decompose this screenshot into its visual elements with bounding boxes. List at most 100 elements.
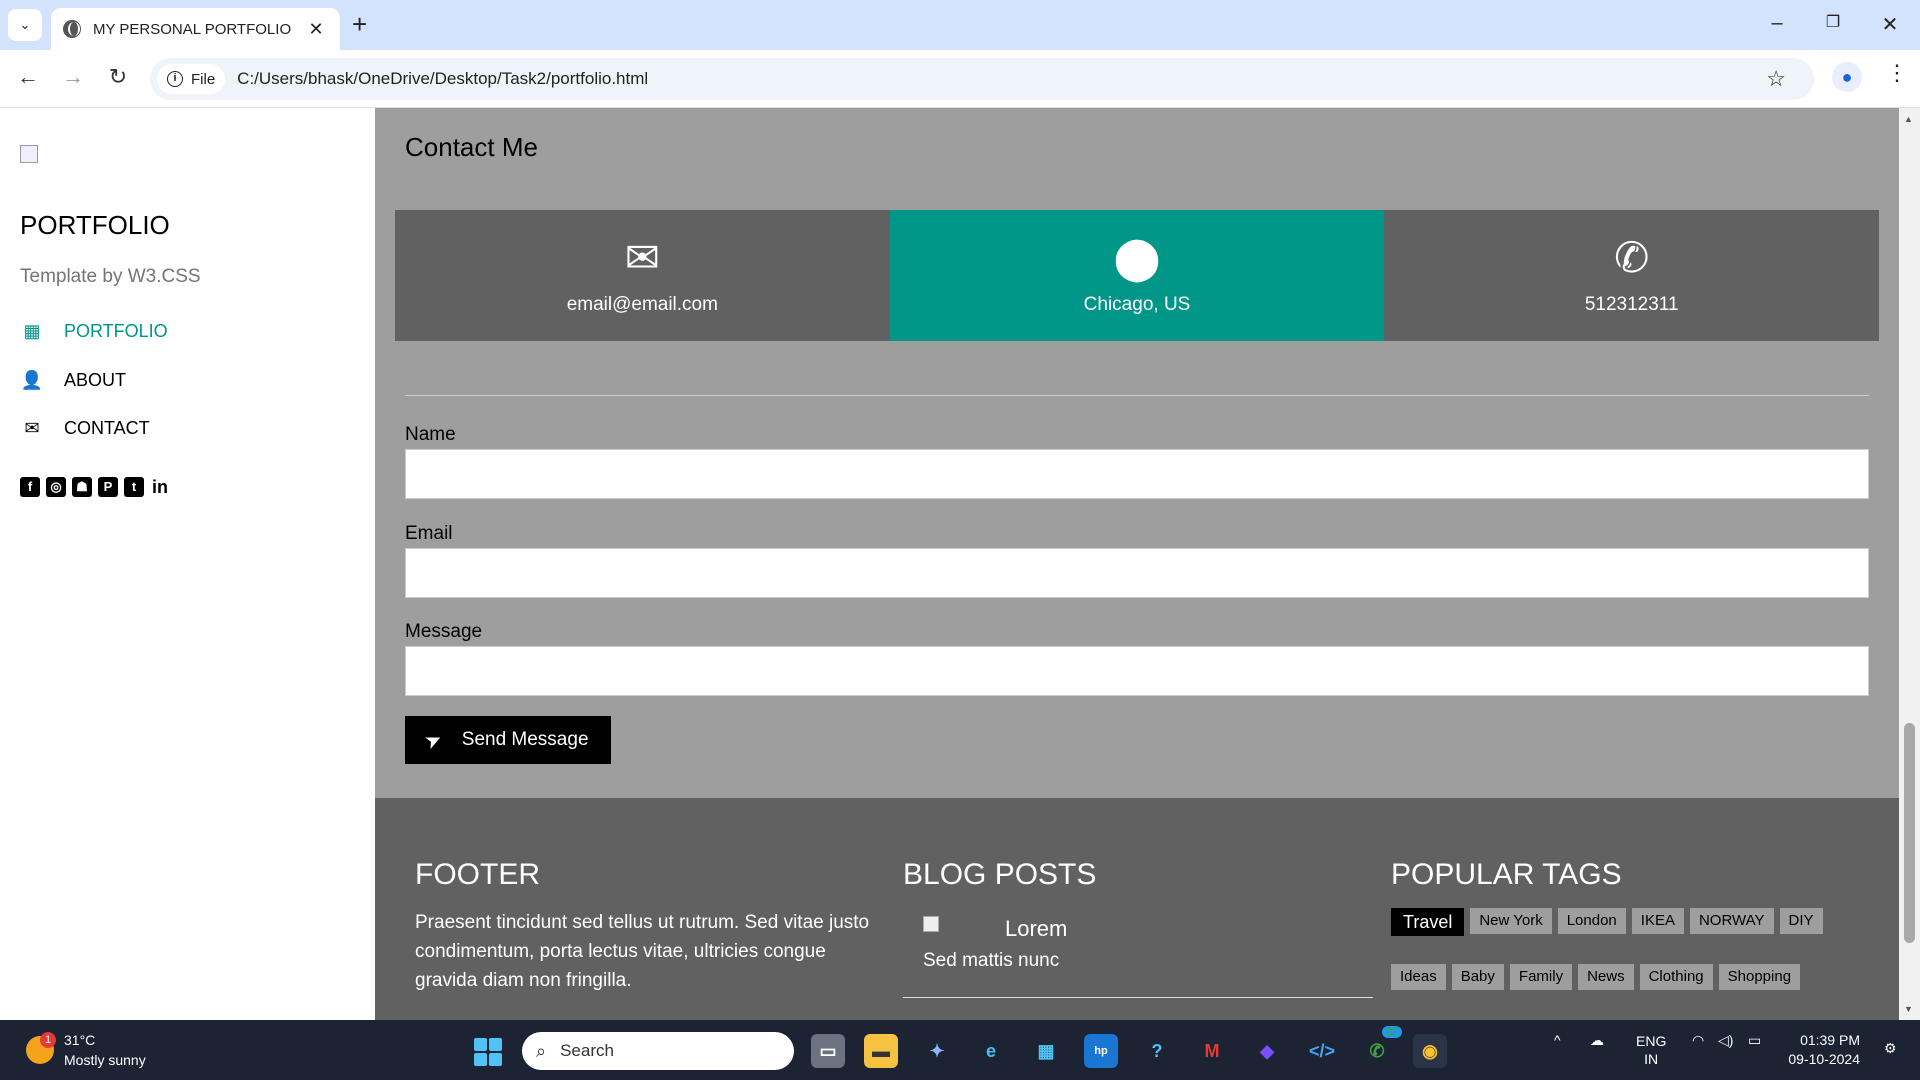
- email-text: email@email.com: [566, 293, 718, 315]
- clock[interactable]: 01:39 PM 09-10-2024: [1780, 1031, 1860, 1069]
- weather-sun-icon: 1: [26, 1032, 56, 1064]
- site-info-chip[interactable]: i File: [157, 64, 226, 94]
- twitter-icon[interactable]: t: [124, 477, 144, 497]
- notifications-icon[interactable]: ⚙: [1884, 1040, 1897, 1057]
- menu-icon[interactable]: ⋮: [1886, 60, 1908, 86]
- tag-shopping[interactable]: Shopping: [1718, 964, 1801, 990]
- map-marker-icon: ⬤: [1113, 233, 1161, 281]
- sidebar-item-label: PORTFOLIO: [64, 321, 168, 341]
- tag-family[interactable]: Family: [1509, 964, 1573, 990]
- chrome-icon[interactable]: ◉: [1413, 1034, 1447, 1068]
- weather-badge: 1: [40, 1032, 56, 1048]
- sidebar-item-about[interactable]: 👤 ABOUT: [20, 370, 126, 391]
- battery-icon[interactable]: ▭: [1748, 1032, 1761, 1049]
- grid-icon: ▦: [23, 321, 41, 341]
- app-icon[interactable]: ◆: [1250, 1034, 1284, 1068]
- sidebar-item-label: ABOUT: [64, 370, 127, 390]
- footer-tags-column: POPULAR TAGS Travel New York London IKEA…: [1391, 858, 1861, 1012]
- store-icon[interactable]: ▦: [1029, 1034, 1063, 1068]
- bookmark-star-icon[interactable]: ☆: [1766, 66, 1786, 92]
- search-icon: ⌕: [536, 1040, 547, 1061]
- globe-icon: [63, 20, 81, 38]
- location-text: Chicago, US: [1083, 293, 1191, 315]
- help-icon[interactable]: ?: [1140, 1034, 1174, 1068]
- browser-tab[interactable]: MY PERSONAL PORTFOLIO ✕: [51, 8, 340, 50]
- scroll-up-arrow-icon[interactable]: ▲: [1904, 114, 1913, 124]
- taskbar-search[interactable]: ⌕ Search: [522, 1032, 794, 1070]
- contact-heading: Contact Me: [405, 132, 538, 162]
- info-icon: i: [167, 71, 183, 87]
- copilot-icon[interactable]: ✦: [920, 1034, 954, 1068]
- footer-title: FOOTER: [415, 858, 540, 891]
- tab-search-button[interactable]: ⌄: [8, 9, 42, 41]
- whatsapp-icon[interactable]: ✆ 27: [1360, 1026, 1402, 1068]
- user-icon: 👤: [20, 370, 44, 390]
- envelope-icon: ✉: [624, 233, 660, 281]
- send-message-button[interactable]: ➤ Send Message: [405, 716, 611, 764]
- instagram-icon[interactable]: ◎: [46, 477, 66, 497]
- close-tab-icon[interactable]: ✕: [304, 19, 328, 40]
- language-indicator[interactable]: ENG IN: [1636, 1032, 1666, 1068]
- language-code: ENG: [1636, 1033, 1667, 1049]
- tag-new-york[interactable]: New York: [1470, 908, 1552, 934]
- show-hidden-icons-icon[interactable]: ^: [1554, 1032, 1561, 1048]
- new-tab-button[interactable]: +: [352, 10, 367, 38]
- email-field[interactable]: [405, 548, 1869, 598]
- tag-clothing[interactable]: Clothing: [1639, 964, 1713, 990]
- date-text: 09-10-2024: [1788, 1051, 1860, 1067]
- blog-post-item[interactable]: Lorem Sed mattis nunc: [903, 908, 1373, 998]
- message-field[interactable]: [405, 646, 1869, 696]
- page-scrollbar[interactable]: ▲ ▼: [1899, 108, 1920, 1020]
- forward-button[interactable]: →: [58, 64, 88, 90]
- email-label: Email: [405, 523, 453, 544]
- tag-london[interactable]: London: [1557, 908, 1626, 934]
- email-info-card: ✉ email@email.com: [395, 210, 890, 341]
- tag-diy[interactable]: DIY: [1779, 908, 1823, 934]
- envelope-icon: ✉: [24, 418, 40, 438]
- name-label: Name: [405, 424, 456, 445]
- pinterest-icon[interactable]: P: [98, 477, 118, 497]
- close-window-button[interactable]: ✕: [1870, 12, 1910, 37]
- restore-button[interactable]: ❐: [1813, 12, 1853, 32]
- sidebar-item-portfolio[interactable]: ▦ PORTFOLIO: [20, 321, 168, 342]
- tag-ideas[interactable]: Ideas: [1391, 964, 1446, 990]
- scroll-down-arrow-icon[interactable]: ▼: [1904, 1004, 1913, 1014]
- start-button[interactable]: [474, 1038, 502, 1066]
- browser-tab-strip: ⌄ MY PERSONAL PORTFOLIO ✕ + – ❐ ✕: [0, 0, 1920, 50]
- blog-posts-title: BLOG POSTS: [903, 858, 1097, 891]
- brand-title: PORTFOLIO: [20, 210, 170, 240]
- file-explorer-icon[interactable]: ▬: [864, 1034, 898, 1068]
- minimize-button[interactable]: –: [1757, 12, 1797, 35]
- address-bar[interactable]: i File C:/Users/bhask/OneDrive/Desktop/Ta…: [150, 58, 1814, 100]
- profile-icon[interactable]: ●: [1832, 62, 1862, 92]
- facebook-icon[interactable]: f: [20, 477, 40, 497]
- task-view-icon[interactable]: ▭: [811, 1034, 845, 1068]
- scrollbar-thumb[interactable]: [1904, 723, 1915, 943]
- edge-icon[interactable]: e: [974, 1034, 1008, 1068]
- volume-icon[interactable]: ◁): [1718, 1032, 1733, 1049]
- contact-section: Contact Me ✉ email@email.com ⬤ Chicago, …: [375, 108, 1899, 798]
- tag-news[interactable]: News: [1578, 964, 1634, 990]
- linkedin-icon[interactable]: in: [150, 477, 170, 497]
- reload-button[interactable]: ↻: [103, 64, 133, 90]
- mcafee-icon[interactable]: M: [1195, 1034, 1229, 1068]
- send-button-label: Send Message: [461, 729, 589, 750]
- tag-baby[interactable]: Baby: [1451, 964, 1504, 990]
- divider: [405, 395, 1869, 396]
- temperature-text: 31°C: [64, 1032, 96, 1048]
- snapchat-icon[interactable]: ☗: [72, 477, 92, 497]
- tag-travel[interactable]: Travel: [1391, 908, 1465, 936]
- myhp-icon[interactable]: hp: [1084, 1034, 1118, 1068]
- vscode-icon[interactable]: </>: [1305, 1034, 1339, 1068]
- footer: FOOTER Praesent tincidunt sed tellus ut …: [375, 798, 1899, 1020]
- name-field[interactable]: [405, 449, 1869, 499]
- tag-norway[interactable]: NORWAY: [1689, 908, 1774, 934]
- tag-ikea[interactable]: IKEA: [1631, 908, 1684, 934]
- sidebar: PORTFOLIO Template by W3.CSS ▦ PORTFOLIO…: [0, 108, 375, 1020]
- wifi-icon[interactable]: ◠: [1692, 1032, 1704, 1049]
- paper-plane-icon: ➤: [421, 726, 446, 754]
- back-button[interactable]: ←: [13, 64, 43, 90]
- weather-widget[interactable]: 1 31°C Mostly sunny: [26, 1030, 146, 1070]
- onedrive-icon[interactable]: ☁: [1590, 1032, 1604, 1049]
- sidebar-item-contact[interactable]: ✉ CONTACT: [20, 418, 149, 439]
